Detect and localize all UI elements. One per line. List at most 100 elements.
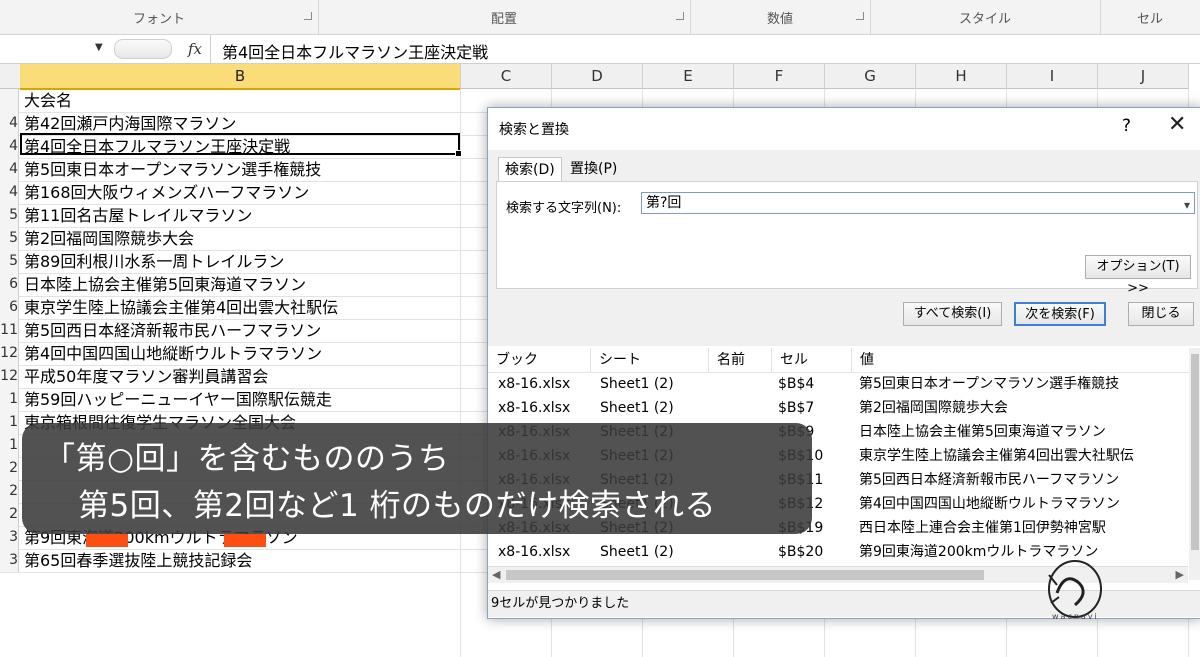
- row-number[interactable]: 2: [0, 503, 19, 526]
- result-value: 西日本陸上連合会主催第1回伊勢神宮駅: [859, 520, 1106, 536]
- column-header-j[interactable]: J: [1098, 64, 1189, 89]
- row-number[interactable]: 2: [0, 480, 19, 503]
- caption-overlay: 「第○回」を含むもののうち 第5回、第2回など1 桁のものだけ検索される: [22, 423, 812, 534]
- row-number[interactable]: 11: [0, 319, 19, 342]
- result-value: 東京学生陸上協議会主催第4回出雲大社駅伝: [859, 448, 1134, 464]
- result-value: 第4回中国四国山地縦断ウルトラマラソン: [859, 496, 1120, 512]
- cell-b[interactable]: 第89回利根川水系一周トレイルラン: [24, 250, 284, 273]
- find-next-button[interactable]: 次を検索(F): [1014, 302, 1106, 326]
- watermark-text: wacnavi: [1052, 612, 1099, 621]
- results-vertical-scrollbar[interactable]: [1189, 348, 1200, 580]
- row-number[interactable]: 3: [0, 526, 19, 549]
- dialog-launcher-icon[interactable]: [856, 12, 864, 20]
- column-header-b[interactable]: B: [20, 64, 461, 90]
- help-icon[interactable]: ?: [1122, 116, 1131, 136]
- results-col-sheet[interactable]: シート: [590, 348, 708, 372]
- find-input[interactable]: 第?回 ▾: [641, 192, 1195, 214]
- ribbon-group-label: フォント: [132, 12, 185, 27]
- ribbon-group-label: セル: [1136, 12, 1163, 27]
- column-header-d[interactable]: D: [552, 64, 643, 89]
- divider: [210, 35, 211, 63]
- row-number[interactable]: 5: [0, 227, 19, 250]
- row-number[interactable]: 1: [0, 434, 19, 457]
- result-value: 日本陸上協会主催第5回東海道マラソン: [859, 424, 1106, 440]
- dialog-launcher-icon[interactable]: [676, 12, 684, 20]
- select-all-corner[interactable]: [0, 64, 21, 89]
- cell-b[interactable]: 日本陸上協会主催第5回東海道マラソン: [24, 273, 306, 296]
- cell-b[interactable]: 東京学生陸上協議会主催第4回出雲大社駅伝: [24, 296, 338, 319]
- find-label: 検索する文字列(N):: [506, 201, 622, 216]
- results-col-book[interactable]: ブック: [488, 348, 590, 372]
- result-book: x8-16.xlsx: [498, 400, 571, 416]
- column-header-h[interactable]: H: [916, 64, 1007, 89]
- results-header: ブック シート 名前 セル 値: [488, 348, 1200, 373]
- row-number[interactable]: 2: [0, 457, 19, 480]
- cell-b[interactable]: 第4回中国四国山地縦断ウルトラマラソン: [24, 342, 322, 365]
- row-number[interactable]: [0, 89, 19, 112]
- cell-b[interactable]: 第5回西日本経済新報市民ハーフマラソン: [24, 319, 321, 342]
- tab-replace[interactable]: 置換(P): [564, 157, 623, 181]
- find-replace-dialog: 検索と置換 ? ✕ 検索(D) 置換(P) 検索する文字列(N): 第?回 ▾ …: [487, 107, 1200, 619]
- ribbon-group-font: フォント: [0, 0, 319, 34]
- cell-b[interactable]: 第11回名古屋トレイルマラソン: [24, 204, 252, 227]
- options-button[interactable]: オプション(T) >>: [1085, 255, 1191, 296]
- ribbon-group-alignment: 配置: [318, 0, 691, 34]
- cell-b[interactable]: 平成50年度マラソン審判員講習会: [24, 365, 268, 388]
- find-panel: 検索する文字列(N): 第?回 ▾ オプション(T) >>: [496, 181, 1198, 296]
- cell-b[interactable]: 第65回春季選抜陸上競技記録会: [24, 549, 252, 572]
- result-value: 第9回東海道200kmウルトラマラソン: [859, 544, 1099, 560]
- caption-line-2: 第5回、第2回など1 桁のものだけ検索される: [78, 488, 717, 524]
- results-col-name[interactable]: 名前: [708, 348, 771, 372]
- cell-b[interactable]: 第5回東日本オープンマラソン選手権競技: [24, 158, 321, 181]
- watermark-logo-icon: [1048, 560, 1102, 618]
- row-number[interactable]: 12: [0, 365, 19, 388]
- row-number[interactable]: 4: [0, 158, 19, 181]
- formula-bar-controls[interactable]: [114, 39, 172, 59]
- row-number[interactable]: 6: [0, 296, 19, 319]
- row-number[interactable]: 6: [0, 273, 19, 296]
- row-number[interactable]: 3: [0, 549, 19, 572]
- row-number[interactable]: 4: [0, 112, 19, 135]
- result-value: 第5回東日本オープンマラソン選手権競技: [859, 376, 1120, 392]
- column-header-i[interactable]: I: [1007, 64, 1098, 89]
- column-header-g[interactable]: G: [825, 64, 916, 89]
- cell-b[interactable]: 第168回大阪ウィメンズハーフマラソン: [24, 181, 309, 204]
- formula-input[interactable]: 第4回全日本フルマラソン王座決定戦: [222, 39, 488, 63]
- scroll-right-icon[interactable]: ▶: [1176, 568, 1184, 581]
- dialog-launcher-icon[interactable]: [304, 12, 312, 20]
- close-button[interactable]: 閉じる: [1128, 302, 1194, 326]
- cell-b[interactable]: 第42回瀬戸内海国際マラソン: [24, 112, 236, 135]
- row-number[interactable]: 4: [0, 135, 19, 158]
- result-row[interactable]: x8-16.xlsx Sheet1 (2) $B$4 第5回東日本オープンマラソン選手…: [488, 372, 1188, 396]
- active-cell[interactable]: [20, 133, 462, 157]
- name-box-dropdown-icon[interactable]: ▼: [95, 42, 103, 53]
- ribbon: フォント 配置 数値 スタイル セル: [0, 0, 1200, 35]
- row-number[interactable]: 1: [0, 388, 19, 411]
- chevron-down-icon[interactable]: ▾: [1184, 195, 1190, 215]
- column-header-f[interactable]: F: [734, 64, 825, 89]
- row-number[interactable]: 5: [0, 204, 19, 227]
- cell-b[interactable]: 第2回福岡国際競歩大会: [24, 227, 194, 250]
- scroll-left-icon[interactable]: ◀: [492, 568, 500, 581]
- row-number[interactable]: 1: [0, 411, 19, 434]
- result-sheet: Sheet1 (2): [600, 400, 674, 416]
- tab-find[interactable]: 検索(D): [498, 157, 562, 182]
- column-header-c[interactable]: C: [461, 64, 552, 89]
- insert-function-icon[interactable]: fx: [188, 40, 202, 58]
- find-all-button[interactable]: すべて検索(I): [903, 302, 1002, 326]
- result-book: x8-16.xlsx: [498, 544, 571, 560]
- cell-b[interactable]: 第59回ハッピーニューイヤー国際駅伝競走: [24, 388, 332, 411]
- column-header-e[interactable]: E: [643, 64, 734, 89]
- scrollbar-thumb[interactable]: [506, 570, 984, 580]
- row-number[interactable]: 12: [0, 342, 19, 365]
- cell-header[interactable]: 大会名: [24, 89, 72, 112]
- scrollbar-thumb[interactable]: [1191, 354, 1199, 550]
- result-value: 第5回西日本経済新報市民ハーフマラソン: [859, 472, 1120, 488]
- results-col-cell[interactable]: セル: [771, 348, 851, 372]
- row-number[interactable]: 4: [0, 181, 19, 204]
- row-number[interactable]: 5: [0, 250, 19, 273]
- result-row[interactable]: x8-16.xlsx Sheet1 (2) $B$7 第2回福岡国際競歩大会: [488, 396, 1188, 420]
- close-icon[interactable]: ✕: [1168, 112, 1186, 137]
- ribbon-group-label: 配置: [490, 12, 517, 27]
- results-col-value[interactable]: 値: [851, 348, 1188, 372]
